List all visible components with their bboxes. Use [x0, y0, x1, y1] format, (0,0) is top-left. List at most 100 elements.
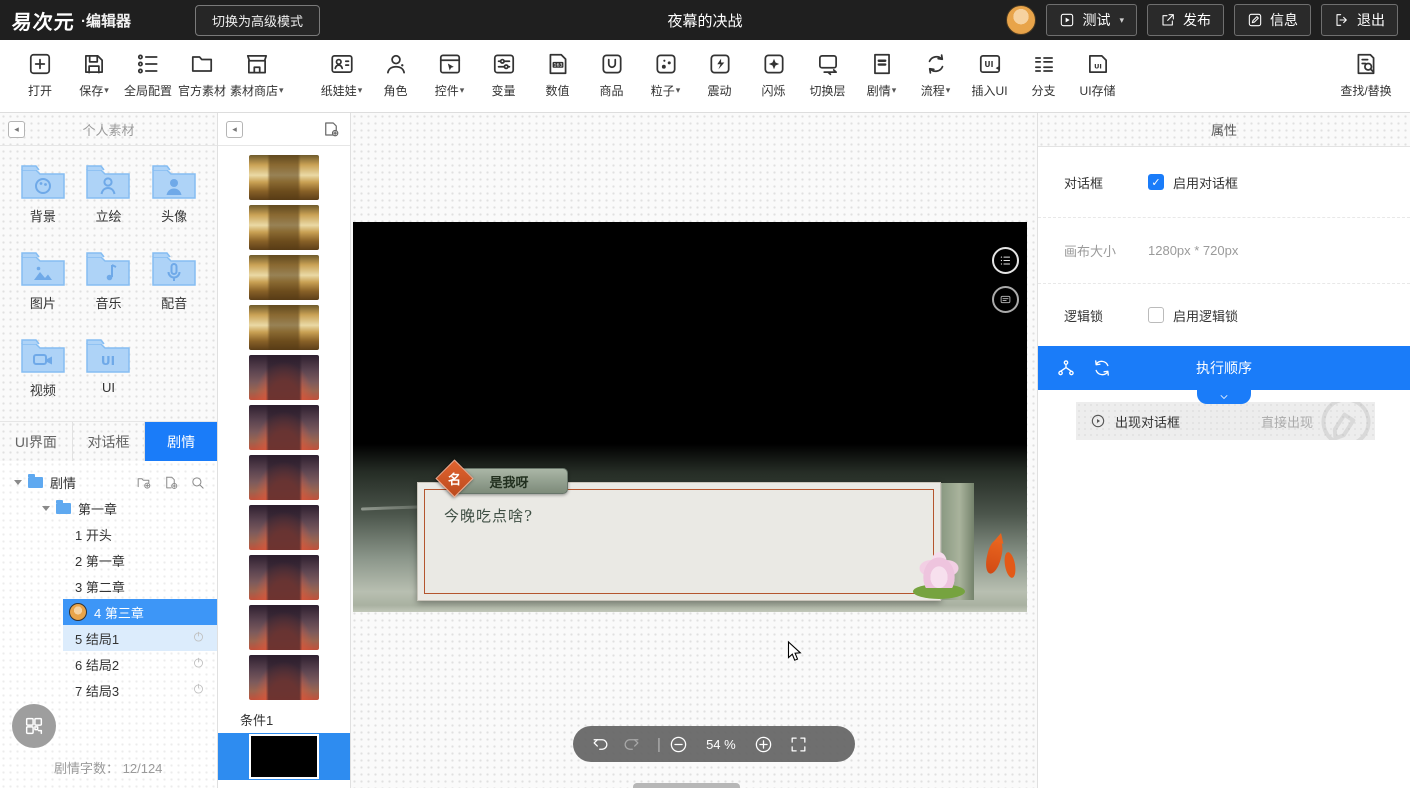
asset-panel-title: 个人素材: [82, 120, 134, 139]
folder-ui-icon: UI: [85, 336, 131, 374]
node-thumbnail[interactable]: [218, 452, 350, 502]
toolbar-asset-store[interactable]: 素材商店▾: [230, 51, 284, 99]
folder-background[interactable]: 背景: [10, 162, 76, 225]
node-thumbnail[interactable]: [218, 402, 350, 452]
toolbar-official-assets[interactable]: 官方素材: [176, 51, 228, 99]
toolbar-number[interactable]: 163 数值: [532, 51, 584, 99]
node-thumbnail[interactable]: [218, 352, 350, 402]
node-thumbnail-selected[interactable]: [218, 733, 350, 780]
toolbar-insert-ui[interactable]: UI 插入UI: [964, 51, 1016, 99]
tree-item-opening[interactable]: 1 开头: [63, 521, 217, 547]
zoom-in-button[interactable]: [754, 735, 773, 754]
collapse-thumb-column-button[interactable]: ◂: [226, 121, 243, 138]
tab-dialog-box[interactable]: 对话框: [73, 422, 146, 461]
toolbar-flow[interactable]: 流程▾: [910, 51, 962, 99]
add-file-icon[interactable]: [163, 475, 178, 490]
info-button[interactable]: 信息: [1234, 4, 1311, 36]
node-thumbnail[interactable]: [218, 302, 350, 352]
execution-step-row[interactable]: 出现对话框 直接出现: [1076, 402, 1375, 440]
collapse-execution-tab[interactable]: [1197, 390, 1251, 404]
caret-expanded-icon[interactable]: [14, 480, 22, 485]
toolbar-switch-layer[interactable]: 切换层: [802, 51, 854, 99]
tree-item-ending1[interactable]: 5 结局1: [63, 625, 217, 651]
folder-video[interactable]: 视频: [10, 336, 76, 399]
node-thumbnail[interactable]: [218, 502, 350, 552]
enable-logic-lock-checkbox[interactable]: [1148, 307, 1164, 323]
folder-blue-icon: [28, 477, 43, 488]
node-thumbnail[interactable]: [218, 152, 350, 202]
qr-code-button[interactable]: [12, 704, 56, 748]
node-thumbnail[interactable]: [218, 552, 350, 602]
power-icon: [192, 682, 205, 698]
asset-panel: ◂ 个人素材 背景 立绘 头像 图片: [0, 113, 218, 788]
svg-text:UI: UI: [101, 354, 115, 368]
node-thumbnail[interactable]: [218, 602, 350, 652]
tree-item-ending3[interactable]: 7 结局3: [63, 677, 217, 703]
add-folder-icon[interactable]: [136, 475, 151, 490]
refresh-icon[interactable]: [1092, 358, 1112, 378]
tree-item-chapter2[interactable]: 3 第二章: [63, 573, 217, 599]
toolbar-variable[interactable]: 变量: [478, 51, 530, 99]
node-thumbnail[interactable]: [218, 252, 350, 302]
find-replace-icon: [1353, 51, 1379, 77]
folder-voice[interactable]: 配音: [141, 249, 207, 312]
toolbar-flash[interactable]: 闪烁: [748, 51, 800, 99]
share-icon: [1160, 12, 1176, 28]
id-card-icon: [329, 51, 355, 77]
enable-dialog-checkbox[interactable]: [1148, 174, 1164, 190]
folder-portrait[interactable]: 头像: [141, 162, 207, 225]
black-scene-thumbnail: [249, 734, 319, 779]
toolbar-paper-doll[interactable]: 纸娃娃▾: [316, 51, 368, 99]
hierarchy-icon[interactable]: [1056, 358, 1076, 378]
fit-screen-button[interactable]: [789, 735, 808, 754]
folder-ui[interactable]: UI UI: [76, 336, 142, 399]
test-button[interactable]: 测试▾: [1046, 4, 1137, 36]
tree-item-chapter1[interactable]: 2 第一章: [63, 547, 217, 573]
stamp-icon: [998, 292, 1013, 307]
tree-chapter-1[interactable]: 第一章: [0, 495, 217, 521]
toolbar-open[interactable]: 打开: [14, 51, 66, 99]
exit-button[interactable]: 退出: [1321, 4, 1398, 36]
toolbar-story[interactable]: 剧情▾: [856, 51, 908, 99]
tree-item-chapter3-selected[interactable]: 4 第三章: [63, 599, 217, 625]
toolbar-goods[interactable]: 商品: [586, 51, 638, 99]
lotus-flower-decoration: [919, 552, 959, 588]
dialogue-box[interactable]: 今晚吃点啥?: [417, 482, 941, 601]
tree-item-ending2[interactable]: 6 结局2: [63, 651, 217, 677]
tab-story[interactable]: 剧情: [145, 422, 217, 461]
app-logo-suffix: ·编辑器: [81, 10, 131, 31]
toolbar-save[interactable]: 保存▾: [68, 51, 120, 99]
collapse-left-panel-button[interactable]: ◂: [8, 121, 25, 138]
toolbar-find-replace[interactable]: 查找/替换: [1340, 51, 1392, 99]
collaborator-avatar: [69, 603, 87, 621]
redo-button[interactable]: [622, 735, 641, 754]
game-canvas[interactable]: 今晚吃点啥? 是我呀 名: [353, 222, 1027, 612]
edit-square-icon: [1247, 12, 1263, 28]
folder-sprite[interactable]: 立绘: [76, 162, 142, 225]
node-thumbnail[interactable]: [218, 202, 350, 252]
add-node-icon[interactable]: [322, 120, 340, 138]
search-icon[interactable]: [190, 475, 205, 490]
toolbar-shake[interactable]: 震动: [694, 51, 746, 99]
toolbar-ui-storage[interactable]: UI UI存储: [1072, 51, 1124, 99]
lightning-icon: [707, 51, 733, 77]
sparkle-icon: [761, 51, 787, 77]
publish-button[interactable]: 发布: [1147, 4, 1224, 36]
tree-root-story[interactable]: 剧情: [0, 469, 217, 495]
toolbar-branch[interactable]: 分支: [1018, 51, 1070, 99]
toolbar-global-config[interactable]: 全局配置: [122, 51, 174, 99]
folder-music[interactable]: 音乐: [76, 249, 142, 312]
game-stamp-button[interactable]: [992, 286, 1019, 313]
switch-advanced-mode-button[interactable]: 切换为高级模式: [195, 5, 320, 36]
folder-image[interactable]: 图片: [10, 249, 76, 312]
toolbar-particle[interactable]: 粒子▾: [640, 51, 692, 99]
node-thumbnail[interactable]: [218, 652, 350, 702]
game-menu-button[interactable]: [992, 247, 1019, 274]
caret-expanded-icon[interactable]: [42, 506, 50, 511]
undo-button[interactable]: [591, 735, 610, 754]
zoom-out-button[interactable]: [669, 735, 688, 754]
user-avatar[interactable]: [1006, 5, 1036, 35]
toolbar-widget[interactable]: 控件▾: [424, 51, 476, 99]
tab-ui-interface[interactable]: UI界面: [0, 422, 73, 461]
toolbar-character[interactable]: 角色: [370, 51, 422, 99]
